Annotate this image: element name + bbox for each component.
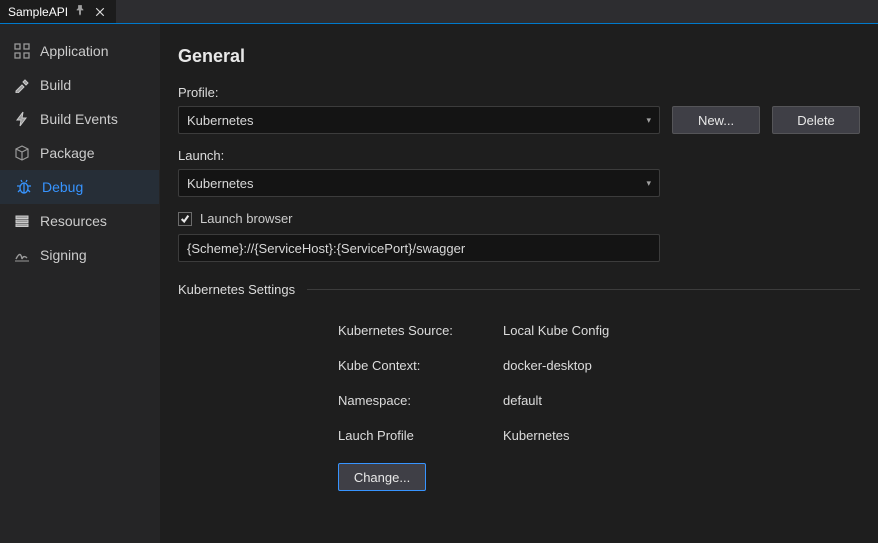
sidebar-item-build-events[interactable]: Build Events <box>0 102 159 136</box>
sidebar-item-label: Application <box>40 43 109 59</box>
tab-sampleapi[interactable]: SampleAPI <box>0 0 117 23</box>
kv-row: Kubernetes Source: Local Kube Config <box>338 313 860 348</box>
main-panel: General Profile: Kubernetes ▾ New... Del… <box>160 24 878 543</box>
kv-value: default <box>503 393 542 408</box>
bug-icon <box>16 179 32 195</box>
sidebar-item-label: Build Events <box>40 111 118 127</box>
delete-profile-button[interactable]: Delete <box>772 106 860 134</box>
kubernetes-settings-table: Kubernetes Source: Local Kube Config Kub… <box>338 313 860 453</box>
profile-select-value: Kubernetes <box>187 113 254 128</box>
signing-icon <box>14 247 30 263</box>
change-button[interactable]: Change... <box>338 463 426 491</box>
new-profile-button[interactable]: New... <box>672 106 760 134</box>
section-divider <box>307 289 860 290</box>
launch-url-field[interactable] <box>187 241 651 256</box>
launch-select-value: Kubernetes <box>187 176 254 191</box>
sidebar-item-label: Resources <box>40 213 107 229</box>
close-icon[interactable] <box>92 4 108 20</box>
package-icon <box>14 145 30 161</box>
sidebar-item-build[interactable]: Build <box>0 68 159 102</box>
launch-label: Launch: <box>178 148 860 163</box>
kv-key: Lauch Profile <box>338 428 503 443</box>
kv-row: Namespace: default <box>338 383 860 418</box>
kv-key: Kubernetes Source: <box>338 323 503 338</box>
resources-icon <box>14 213 30 229</box>
sidebar-item-label: Debug <box>42 179 83 195</box>
tab-title: SampleAPI <box>8 5 68 19</box>
launch-browser-checkbox[interactable] <box>178 212 192 226</box>
hammer-icon <box>14 77 30 93</box>
sidebar-item-resources[interactable]: Resources <box>0 204 159 238</box>
kv-key: Kube Context: <box>338 358 503 373</box>
lightning-icon <box>14 111 30 127</box>
sidebar-item-application[interactable]: Application <box>0 34 159 68</box>
kv-value: Local Kube Config <box>503 323 609 338</box>
kv-value: docker-desktop <box>503 358 592 373</box>
kv-value: Kubernetes <box>503 428 570 443</box>
sidebar-item-signing[interactable]: Signing <box>0 238 159 272</box>
sidebar-item-label: Package <box>40 145 94 161</box>
launch-url-input[interactable] <box>178 234 660 262</box>
profile-select[interactable]: Kubernetes ▾ <box>178 106 660 134</box>
kv-row: Lauch Profile Kubernetes <box>338 418 860 453</box>
tab-strip: SampleAPI <box>0 0 878 24</box>
chevron-down-icon: ▾ <box>646 178 651 189</box>
sidebar-item-label: Build <box>40 77 71 93</box>
kubernetes-settings-title: Kubernetes Settings <box>178 282 295 297</box>
sidebar-item-debug[interactable]: Debug <box>0 170 159 204</box>
sidebar: Application Build Build Events Package D… <box>0 24 160 543</box>
launch-select[interactable]: Kubernetes ▾ <box>178 169 660 197</box>
page-title: General <box>178 46 860 67</box>
kv-row: Kube Context: docker-desktop <box>338 348 860 383</box>
application-icon <box>14 43 30 59</box>
launch-browser-label: Launch browser <box>200 211 293 226</box>
chevron-down-icon: ▾ <box>646 115 651 126</box>
kv-key: Namespace: <box>338 393 503 408</box>
sidebar-item-package[interactable]: Package <box>0 136 159 170</box>
profile-label: Profile: <box>178 85 860 100</box>
sidebar-item-label: Signing <box>40 247 87 263</box>
pin-icon[interactable] <box>74 4 86 19</box>
